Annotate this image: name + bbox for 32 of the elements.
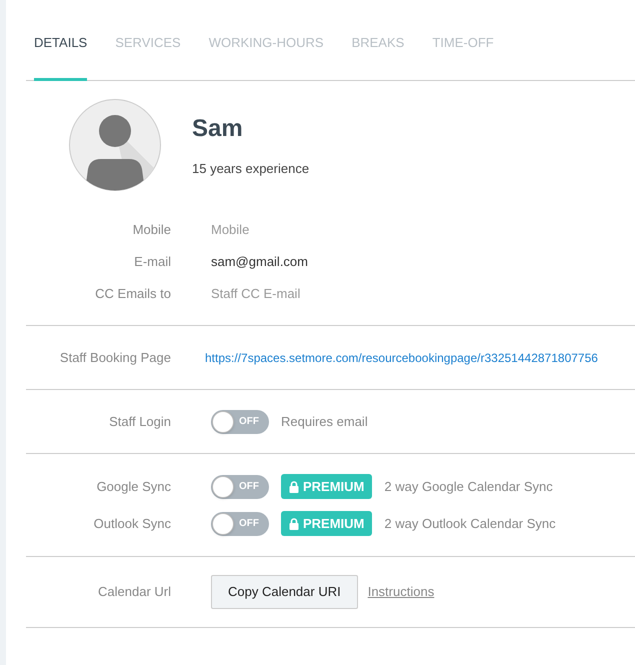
field-label: Staff Booking Page bbox=[58, 348, 171, 367]
toggle-note: Requires email bbox=[281, 412, 368, 431]
field-label: Outlook Sync bbox=[92, 514, 171, 533]
toggle-switch[interactable]: OFF bbox=[211, 410, 269, 434]
lock-icon bbox=[289, 480, 299, 492]
tab[interactable]: DETAILS bbox=[34, 0, 88, 81]
premium-badge: PREMIUM bbox=[281, 511, 372, 536]
field-label: Google Sync bbox=[96, 478, 171, 496]
tab[interactable]: SERVICES bbox=[115, 0, 181, 81]
tab[interactable]: WORKING-HOURS bbox=[208, 0, 324, 81]
booking-link[interactable]: https://7spaces.setmore.com/resourcebookingpage/r33251442871807756 bbox=[205, 348, 598, 366]
experience-text: 15 years experience bbox=[192, 160, 310, 178]
field-label: E-mail bbox=[133, 253, 171, 272]
field-label: Mobile bbox=[132, 221, 171, 240]
tab[interactable]: BREAKS bbox=[352, 0, 404, 81]
field-label: Staff Login bbox=[108, 412, 171, 431]
premium-badge: PREMIUM bbox=[281, 474, 372, 499]
field-label: Calendar Url bbox=[97, 583, 171, 602]
toggle-switch[interactable]: OFF bbox=[211, 512, 269, 536]
input-field[interactable]: Staff CC E-mail bbox=[211, 284, 511, 304]
input-field[interactable]: Mobile bbox=[211, 220, 511, 240]
input-field[interactable]: sam@gmail.com bbox=[211, 252, 511, 272]
sync-description: 2 way Outlook Calendar Sync bbox=[384, 514, 556, 533]
field-label: CC Emails to bbox=[94, 285, 171, 304]
lock-icon bbox=[289, 518, 299, 530]
staff-name: Sam bbox=[192, 114, 244, 144]
avatar-icon bbox=[69, 99, 161, 191]
copy-calendar-button[interactable]: Copy Calendar URI bbox=[211, 575, 358, 609]
tab[interactable]: TIME-OFF bbox=[432, 0, 494, 81]
sync-description: 2 way Google Calendar Sync bbox=[384, 478, 553, 496]
instructions-link[interactable]: Instructions bbox=[368, 582, 434, 602]
toggle-switch[interactable]: OFF bbox=[211, 474, 269, 498]
